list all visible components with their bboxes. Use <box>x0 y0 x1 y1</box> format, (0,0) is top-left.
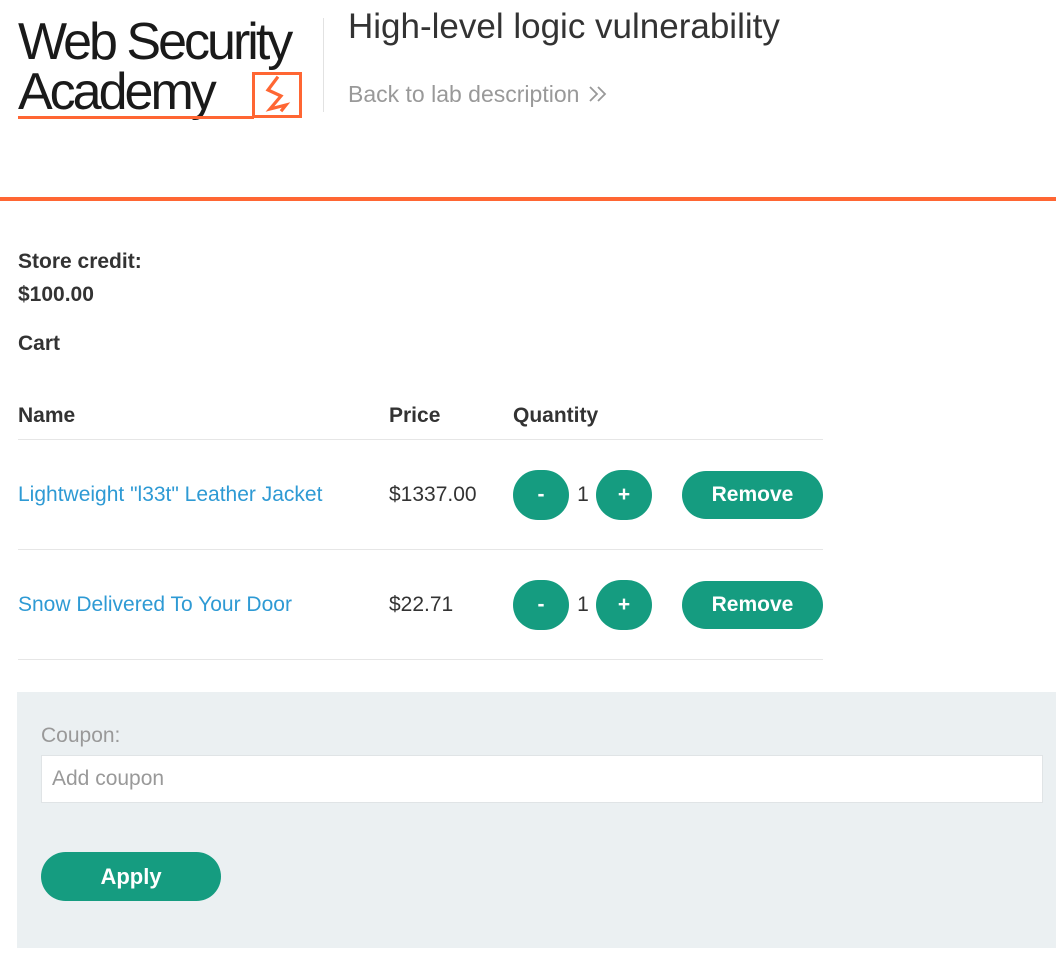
coupon-label: Coupon: <box>41 724 121 747</box>
coupon-input[interactable] <box>41 755 1043 803</box>
quantity-value: 1 <box>577 483 589 506</box>
header-accent-rule <box>0 197 1056 201</box>
decrease-quantity-button[interactable]: - <box>513 470 569 520</box>
web-security-academy-logo[interactable]: Web Security Academy <box>18 14 320 126</box>
back-to-lab-description-link[interactable]: Back to lab description <box>348 78 609 112</box>
remove-item-button[interactable]: Remove <box>682 471 823 519</box>
apply-coupon-button[interactable]: Apply <box>41 852 221 901</box>
lab-title: High-level logic vulnerability <box>348 7 780 46</box>
page: Web Security Academy High-level logic vu… <box>0 0 1056 960</box>
product-price: $1337.00 <box>389 483 477 506</box>
logo-text-line1: Web Security <box>18 13 293 71</box>
lightning-bolt-icon <box>252 72 302 118</box>
product-price: $22.71 <box>389 593 454 616</box>
coupon-form: Coupon: Apply <box>17 692 1056 948</box>
header-row-divider <box>18 439 823 440</box>
column-header-quantity: Quantity <box>513 404 599 427</box>
store-credit-value: $100.00 <box>18 283 94 306</box>
remove-item-button[interactable]: Remove <box>682 581 823 629</box>
column-header-name: Name <box>18 404 76 427</box>
decrease-quantity-button[interactable]: - <box>513 580 569 630</box>
back-link-label: Back to lab description <box>348 81 580 107</box>
quantity-value: 1 <box>577 593 589 616</box>
product-link[interactable]: Snow Delivered To Your Door <box>18 590 292 620</box>
cart-heading: Cart <box>18 332 61 355</box>
increase-quantity-button[interactable]: + <box>596 470 652 520</box>
header-divider <box>323 18 324 112</box>
logo-text-line2: Academy <box>18 63 217 121</box>
double-chevron-right-icon <box>587 80 609 112</box>
header: Web Security Academy High-level logic vu… <box>0 0 1056 202</box>
store-credit-label: Store credit: <box>18 250 142 273</box>
product-link[interactable]: Lightweight "l33t" Leather Jacket <box>18 480 322 510</box>
increase-quantity-button[interactable]: + <box>596 580 652 630</box>
row-divider <box>18 549 823 550</box>
logo-underline <box>18 116 254 119</box>
column-header-price: Price <box>389 404 441 427</box>
row-divider <box>18 659 823 660</box>
